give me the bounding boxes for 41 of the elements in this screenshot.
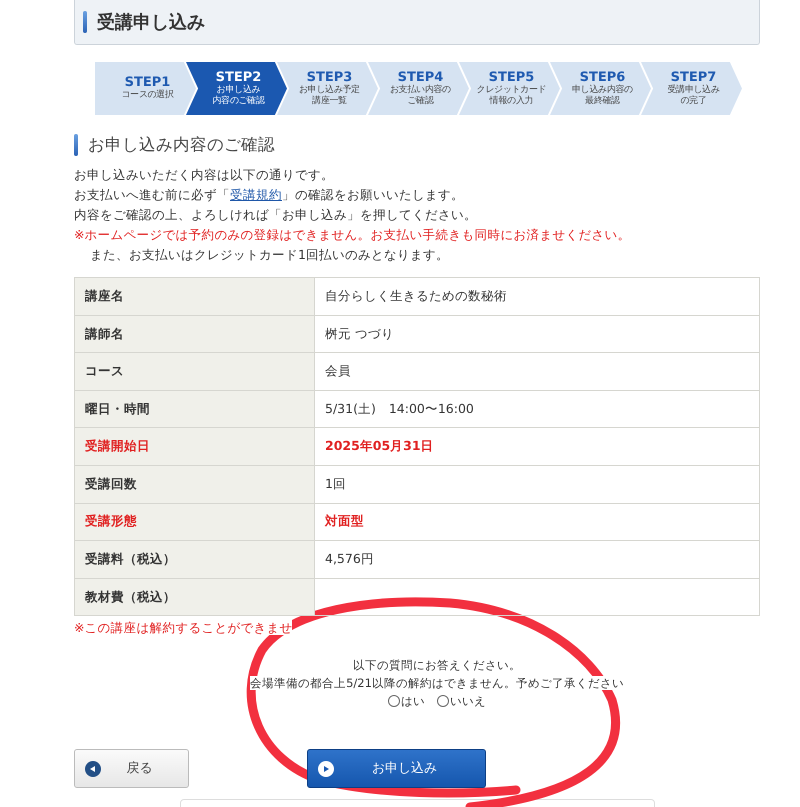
step-indicator: STEP4 お支払い内容の ご確認	[368, 62, 469, 115]
step-indicator: STEP3 お申し込み予定 講座一覧	[277, 62, 378, 115]
radio-option[interactable]: いいえ	[437, 692, 486, 710]
row-value: 桝元 つづり	[314, 315, 760, 353]
row-label: コース	[74, 352, 314, 390]
intro-text: お支払いへ進む前に必ず「受講規約」の確認をお願いいたします。	[74, 186, 465, 204]
row-label: 教材費（税込）	[74, 578, 314, 616]
row-value: 自分らしく生きるための数秘術	[314, 278, 760, 316]
terms-link[interactable]: 受講規約	[230, 187, 282, 202]
section-title: お申し込み内容のご確認	[88, 134, 275, 156]
row-label: 曜日・時間	[74, 390, 314, 428]
row-label: 受講形態	[74, 503, 314, 541]
step-indicator: STEP1 コースの選択	[95, 62, 196, 115]
forward-icon	[318, 760, 334, 777]
row-label: 受講開始日	[74, 428, 314, 466]
cancel-note: ※この講座は解約することができませ	[74, 620, 292, 636]
row-value: 5/31(土) 14:00〜16:00	[314, 390, 760, 428]
step-indicator: STEP7 受講申し込み の完了	[641, 62, 742, 115]
row-label: 講座名	[74, 278, 314, 316]
radio-option[interactable]: はい	[388, 692, 425, 710]
apply-button[interactable]: お申し込み	[307, 749, 486, 788]
intro-text: ※ホームページでは予約のみの登録はできません。お支払い手続きも同時にお済ませください。	[74, 226, 632, 244]
row-value: 対面型	[314, 503, 760, 541]
back-icon	[85, 760, 101, 777]
intro-text: また、お支払いはクレジットカード1回払いのみとなります。	[89, 246, 450, 264]
intro-text: お申し込みいただく内容は以下の通りです。	[74, 166, 335, 184]
step-indicator: STEP6 申し込み内容の 最終確認	[550, 62, 651, 115]
intro-text: 内容をご確認の上、よろしければ「お申し込み」を押してください。	[74, 206, 478, 224]
row-value: 1回	[314, 465, 760, 504]
step-indicator: STEP2 お申し込み 内容のご確認	[186, 62, 287, 115]
row-label: 受講料（税込）	[74, 540, 314, 578]
row-label: 受講回数	[74, 465, 314, 504]
row-value: 4,576円	[314, 540, 760, 578]
row-value: 会員	[314, 352, 760, 390]
question-text: 会場準備の都合上5/21以降の解約はできません。予めご了承ください	[250, 676, 624, 690]
step-indicator: STEP5 クレジットカード 情報の入力	[459, 62, 560, 115]
row-label: 講師名	[74, 315, 314, 353]
back-button[interactable]: 戻る	[74, 749, 189, 788]
row-value: 2025年05月31日	[314, 428, 760, 466]
page-title: 受講申し込み	[97, 10, 205, 34]
question-prompt: 以下の質問にお答えください。	[352, 657, 522, 674]
